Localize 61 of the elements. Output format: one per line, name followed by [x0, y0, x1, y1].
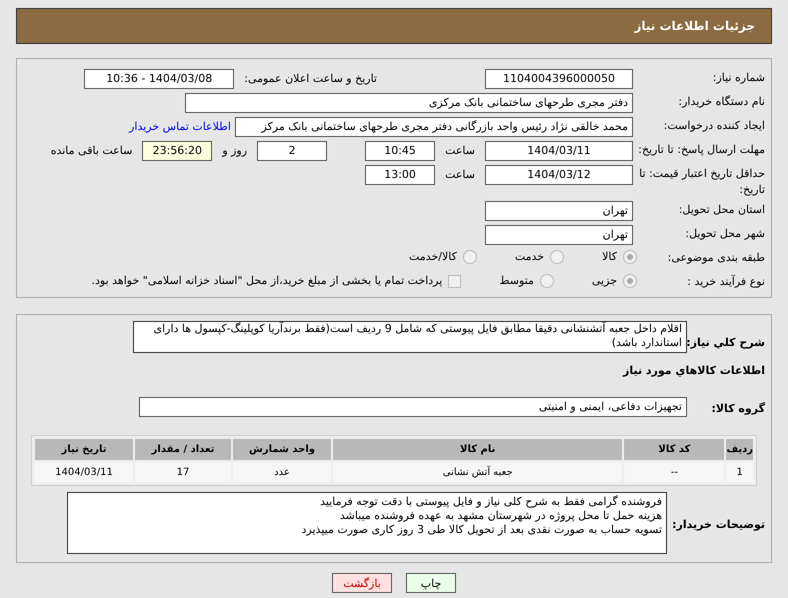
buyer-notes-textarea[interactable]: فروشنده گرامی فقط به شرح کلی نیاز و فایل پیوستی با دقت توجه فرمایید هزینه حمل تا محل پروژه در شهرستان مشهد به عهده فروشنده میباشد تسویه حساب به صورت نقدی بعد از تحویل کالا طی 3 روز کاری صورت میپذیرد — [67, 492, 667, 554]
field-label: استان محل تحویل: — [678, 203, 765, 216]
back-button[interactable]: بازگشت — [332, 573, 392, 593]
field-label: طبقه بندی موضوعی: — [668, 251, 765, 264]
buyer-contact-link[interactable]: اطلاعات تماس خریدار — [129, 118, 231, 136]
checkbox[interactable] — [448, 274, 462, 288]
table-cell: 1404/03/11 — [35, 462, 133, 482]
column-header: تاریخ نیاز — [35, 439, 133, 460]
radio-label: خدمت — [514, 249, 544, 265]
text-field[interactable]: 1404/03/12 — [485, 165, 633, 185]
print-button[interactable]: چاپ — [406, 573, 456, 593]
radio-label: متوسط — [499, 273, 534, 289]
field-label: شماره نیاز: — [712, 71, 765, 84]
radio-button[interactable] — [540, 274, 554, 288]
radio-button[interactable] — [623, 274, 637, 288]
radio-label: کالا — [602, 249, 617, 265]
field-label: نام دستگاه خریدار: — [678, 95, 765, 108]
radio-button[interactable] — [462, 250, 477, 264]
field-label: ایجاد کننده درخواست: — [664, 119, 765, 132]
column-header: ردیف — [726, 439, 753, 460]
radio-label: کالا/خدمت — [409, 249, 457, 265]
text-field[interactable]: 1404/03/08 - 10:36 — [84, 69, 234, 89]
text-field[interactable]: محمد خالقی نژاد رئیس واحد بازرگانی دفتر مجری طرحهای ساختمانی بانک مرکز — [235, 117, 633, 137]
column-header: واحد شمارش — [233, 439, 331, 460]
field-label: شرح کلي نياز: — [686, 336, 765, 349]
text-field[interactable]: 1104004396000050 — [485, 69, 633, 89]
field-label: ساعت باقی مانده — [50, 142, 132, 159]
header-title: جزئیات اطلاعات نیاز — [634, 18, 755, 35]
field-label: شهر محل تحویل: — [685, 227, 765, 240]
checkbox-label: پرداخت تمام یا بخشی از مبلغ خرید،از محل "اسناد خزانه اسلامی" خواهد بود. — [92, 273, 442, 289]
text-field[interactable]: تهران — [485, 201, 633, 221]
field-label: ساعت — [445, 166, 475, 183]
radio-button[interactable] — [623, 250, 637, 264]
field-label: ساعت — [445, 142, 475, 159]
table-cell: 17 — [135, 462, 231, 482]
text-field[interactable]: 13:00 — [365, 165, 436, 185]
text-field[interactable]: 10:45 — [365, 141, 436, 161]
field-label: تاریخ و ساعت اعلان عمومی: — [244, 70, 377, 87]
field-label: نوع فرآیند خرید : — [687, 275, 765, 288]
text-field[interactable]: دفتر مجری طرحهای ساختمانی بانک مرکزی — [185, 93, 633, 113]
column-header: کد کالا — [624, 439, 724, 460]
field-label: توضیحات خریدار: — [672, 518, 765, 531]
field-label: مهلت ارسال پاسخ: تا تاریخ: — [638, 143, 765, 156]
text-field[interactable]: 1404/03/11 — [485, 141, 633, 161]
table-cell: -- — [624, 462, 724, 482]
column-header: تعداد / مقدار — [135, 439, 231, 460]
goods-group-field[interactable]: تجهیزات دفاعی، ایمنی و امنیتی — [139, 397, 687, 417]
column-header: نام کالا — [333, 439, 622, 460]
countdown-field[interactable]: 23:56:20 — [142, 141, 212, 161]
field-label: روز و — [222, 142, 248, 159]
radio-button[interactable] — [550, 250, 564, 264]
text-field[interactable]: 2 — [257, 141, 328, 161]
radio-label: جزیی — [592, 273, 617, 289]
table-cell: عدد — [233, 462, 331, 482]
description-textarea[interactable]: اقلام داخل جعبه آتشنشانی دقیقا مطابق فایل پیوستی که شامل 9 ردیف است(فقط برندآریا کوپلینگ-کپسول ها دارای استاندارد باشد) — [133, 321, 687, 353]
field-label: حداقل تاریخ اعتبار قیمت: تا تاریخ: — [639, 167, 765, 196]
section-heading: اطلاعات کالاهاي مورد نياز — [623, 364, 765, 377]
text-field[interactable]: تهران — [485, 225, 633, 245]
table-cell: جعبه آتش نشانی — [333, 462, 622, 482]
field-label: گروه کالا: — [711, 402, 765, 415]
table-cell: 1 — [726, 462, 753, 482]
